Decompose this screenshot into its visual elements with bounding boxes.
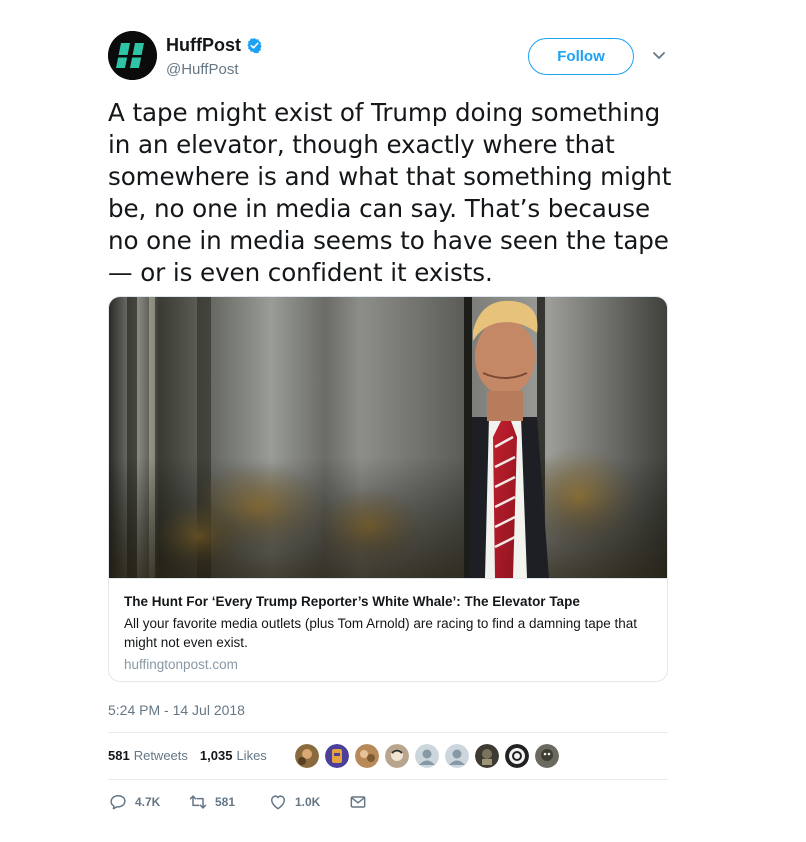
tweet-text: A tape might exist of Trump doing someth… bbox=[108, 98, 672, 287]
reply-icon bbox=[110, 795, 126, 810]
liker-avatar[interactable] bbox=[414, 743, 440, 769]
card-title[interactable]: The Hunt For ‘Every Trump Reporter’s Whi… bbox=[124, 593, 654, 611]
liker-avatar[interactable] bbox=[354, 743, 380, 769]
liker-avatar[interactable] bbox=[384, 743, 410, 769]
card-description: All your favorite media outlets (plus To… bbox=[124, 616, 638, 650]
likes-stat[interactable]: 1,035 Likes bbox=[200, 748, 267, 763]
default-avatar-icon bbox=[415, 744, 439, 768]
divider bbox=[108, 732, 668, 733]
avatar-1-icon bbox=[295, 744, 319, 768]
avatar-8-icon bbox=[505, 744, 529, 768]
retweet-count: 581 bbox=[215, 795, 236, 809]
retweets-stat[interactable]: 581 Retweets bbox=[108, 748, 188, 763]
retweets-label: Retweets bbox=[133, 748, 188, 763]
like-count: 1.0K bbox=[295, 795, 321, 809]
link-card[interactable]: The Hunt For ‘Every Trump Reporter’s Whi… bbox=[108, 296, 668, 682]
follow-button[interactable]: Follow bbox=[528, 38, 634, 75]
author-name-text: HuffPost bbox=[166, 35, 241, 55]
avatar-2-icon bbox=[325, 744, 349, 768]
card-body: The Hunt For ‘Every Trump Reporter’s Whi… bbox=[109, 578, 667, 681]
liker-avatar[interactable] bbox=[504, 743, 530, 769]
author-name[interactable]: HuffPost bbox=[166, 35, 263, 56]
tweet-timestamp[interactable]: 5:24 PM - 14 Jul 2018 bbox=[108, 702, 245, 718]
verified-badge-icon bbox=[247, 38, 262, 54]
avatar-3-icon bbox=[355, 744, 379, 768]
card-image[interactable] bbox=[109, 297, 667, 578]
retweets-count: 581 bbox=[108, 748, 130, 763]
reply-count: 4.7K bbox=[135, 795, 161, 809]
huffpost-logo-icon bbox=[108, 31, 157, 80]
liker-avatar[interactable] bbox=[324, 743, 350, 769]
reply-button[interactable]: 4.7K bbox=[108, 792, 160, 812]
like-button[interactable]: 1.0K bbox=[268, 792, 320, 812]
liker-avatar[interactable] bbox=[294, 743, 320, 769]
chevron-down-icon[interactable] bbox=[652, 51, 666, 61]
likes-count: 1,035 bbox=[199, 748, 233, 763]
liker-avatar[interactable] bbox=[444, 743, 470, 769]
mail-icon bbox=[350, 796, 366, 808]
author-avatar[interactable] bbox=[108, 31, 157, 80]
retweet-button[interactable]: 581 bbox=[188, 792, 235, 812]
likes-label: Likes bbox=[236, 748, 267, 763]
avatar-4-icon bbox=[385, 744, 409, 768]
author-handle[interactable]: @HuffPost bbox=[166, 61, 238, 78]
liker-avatars bbox=[294, 742, 564, 770]
card-domain: huffingtonpost.com bbox=[124, 657, 238, 672]
liker-avatar[interactable] bbox=[534, 743, 560, 769]
avatar-9-icon bbox=[535, 744, 559, 768]
default-avatar-icon bbox=[445, 744, 469, 768]
retweet-icon bbox=[189, 795, 207, 809]
tweet: HuffPost @HuffPost Follow A tape might e… bbox=[0, 0, 806, 842]
tweet-stats: 581 Retweets 1,035 Likes bbox=[108, 748, 279, 763]
liker-avatar[interactable] bbox=[474, 743, 500, 769]
divider bbox=[108, 779, 668, 780]
heart-icon bbox=[271, 795, 285, 810]
elevator-photo-icon bbox=[109, 297, 667, 578]
avatar-7-icon bbox=[475, 744, 499, 768]
direct-message-button[interactable] bbox=[348, 792, 375, 812]
